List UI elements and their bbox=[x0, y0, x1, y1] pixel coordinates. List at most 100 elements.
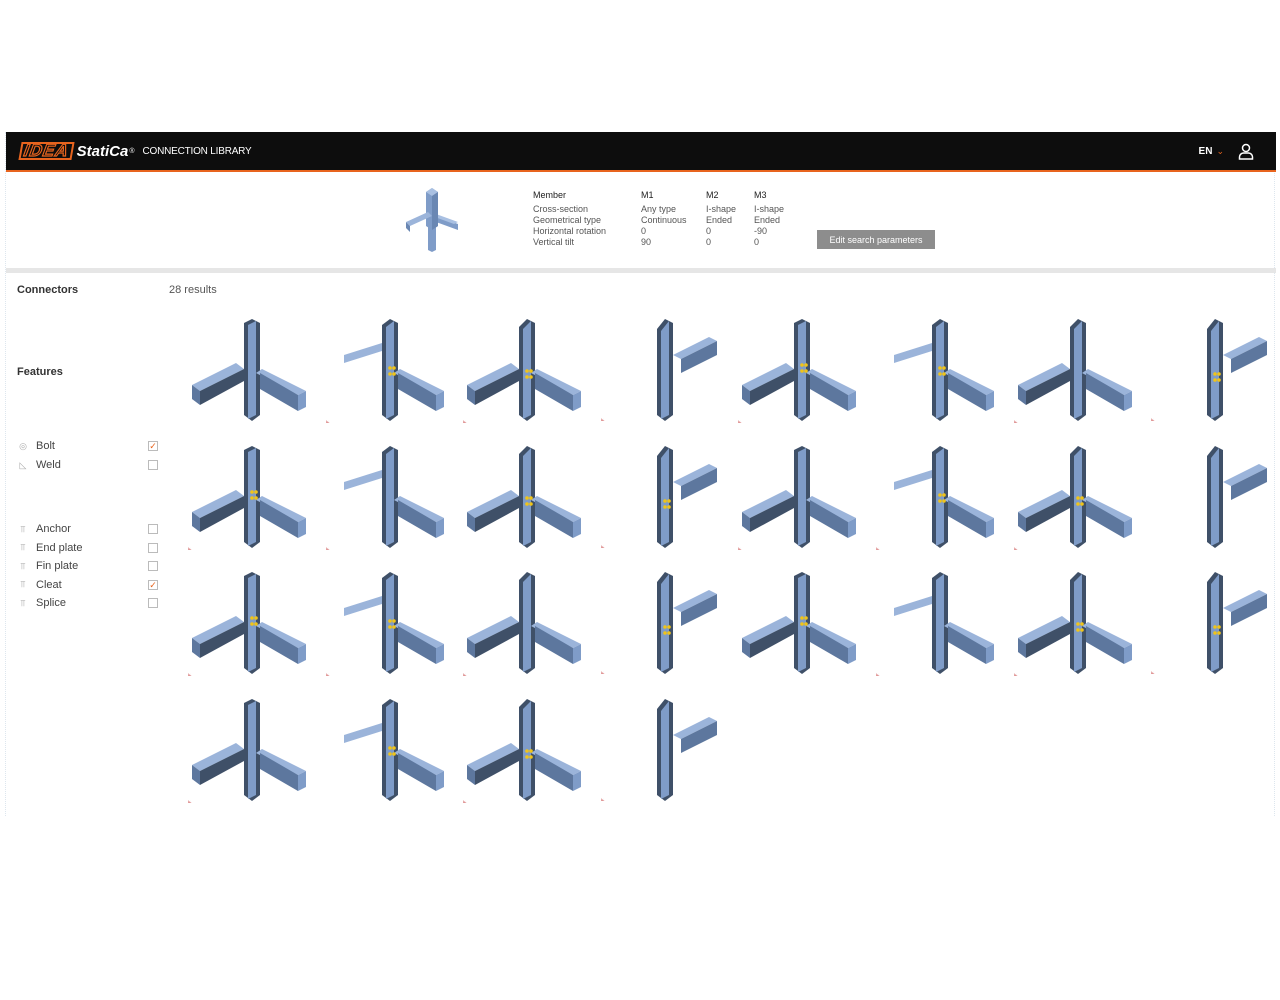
svg-text:⟀: ⟀ bbox=[326, 671, 330, 678]
svg-text:⟀: ⟀ bbox=[463, 798, 467, 805]
parameter-cell: 0 bbox=[706, 237, 712, 247]
connection-result-15[interactable]: ⟀ bbox=[1012, 442, 1140, 557]
connection-thumbnail: ⟀ bbox=[188, 572, 306, 678]
connection-result-9[interactable]: ⟀ bbox=[186, 442, 314, 557]
connection-result-2[interactable]: ⟀ bbox=[324, 315, 452, 430]
weld-checkbox[interactable] bbox=[148, 460, 158, 470]
parameter-row: Vertical tilt 90 0 0 bbox=[533, 237, 784, 248]
svg-text:⟀: ⟀ bbox=[326, 545, 330, 552]
connection-result-14[interactable]: ⟀ bbox=[874, 442, 1002, 557]
language-selector[interactable]: EN ⌄ bbox=[1199, 146, 1224, 157]
connection-result-21[interactable] bbox=[736, 568, 864, 683]
anchor-checkbox[interactable] bbox=[148, 524, 158, 534]
connection-result-6[interactable] bbox=[874, 315, 1002, 430]
parameter-row: Horizontal rotation 0 0 -90 bbox=[533, 226, 784, 237]
filter-label: Weld bbox=[36, 459, 61, 471]
parameter-cell: I-shape bbox=[754, 204, 785, 214]
connection-result-19[interactable]: ⟀ bbox=[461, 568, 589, 683]
svg-text:⟀: ⟀ bbox=[463, 418, 467, 425]
parameter-cell: Horizontal rotation bbox=[533, 226, 607, 236]
search-parameters-table: Member M1 M2 M3 Cross-section Any type I-s… bbox=[533, 190, 784, 248]
fin-plate-checkbox[interactable] bbox=[148, 561, 158, 571]
header-m3: M3 bbox=[754, 190, 767, 200]
connection-thumbnail: ⟀ bbox=[601, 319, 717, 423]
connection-result-27[interactable]: ⟀ bbox=[461, 695, 589, 810]
app-window: IDEA StatiCa ® CONNECTION LIBRARY EN ⌄ Me… bbox=[5, 132, 1277, 816]
cleat-checkbox[interactable]: ✓ bbox=[148, 579, 158, 590]
filter-weld[interactable]: ◺ Weld bbox=[16, 458, 158, 472]
parameter-cell: Geometrical type bbox=[533, 215, 602, 225]
svg-text:⟀: ⟀ bbox=[463, 671, 467, 678]
svg-text:⟀: ⟀ bbox=[876, 545, 880, 552]
member-icon: ⫪ bbox=[20, 523, 26, 534]
connection-thumbnail: ⟀ bbox=[876, 572, 994, 678]
edit-search-parameters-button[interactable]: Edit search parameters bbox=[817, 230, 935, 249]
connection-result-12[interactable]: ⟀ bbox=[599, 442, 727, 557]
filter-fin-plate[interactable]: ⫪ Fin plate bbox=[16, 559, 158, 573]
filter-anchor[interactable]: ⫪ Anchor bbox=[16, 522, 158, 536]
connection-thumbnail: ⟀ bbox=[326, 572, 444, 678]
connection-thumbnail bbox=[467, 445, 582, 548]
parameter-cell: Vertical tilt bbox=[533, 237, 575, 247]
connection-thumbnail: ⟀ bbox=[601, 445, 717, 550]
parameter-row: Geometrical type Continuous Ended Ended bbox=[533, 215, 784, 226]
parameter-cell: Ended bbox=[706, 215, 733, 225]
filter-cleat[interactable]: ⫪ Cleat ✓ bbox=[16, 578, 158, 592]
end-plate-checkbox[interactable] bbox=[148, 542, 158, 553]
svg-text:⟀: ⟀ bbox=[738, 418, 742, 425]
header-m1: M1 bbox=[641, 190, 654, 200]
connection-result-16[interactable] bbox=[1149, 442, 1277, 557]
connection-thumbnail: ⟀ bbox=[1014, 319, 1132, 425]
connection-result-8[interactable]: ⟀ bbox=[1149, 315, 1277, 430]
top-bar: IDEA StatiCa ® CONNECTION LIBRARY EN ⌄ bbox=[6, 132, 1276, 172]
connection-result-24[interactable]: ⟀ bbox=[1149, 568, 1277, 683]
weld-icon: ◺ bbox=[19, 459, 27, 470]
bolt-checkbox[interactable]: ✓ bbox=[148, 441, 158, 451]
connection-thumbnail: ⟀ bbox=[326, 319, 444, 425]
connection-result-26[interactable] bbox=[324, 695, 452, 810]
connection-result-4[interactable]: ⟀ bbox=[599, 315, 727, 430]
connection-thumbnail: ⟀ bbox=[1151, 319, 1268, 423]
svg-text:⟀: ⟀ bbox=[1014, 671, 1018, 678]
connection-thumbnail: ⟀ bbox=[463, 698, 582, 805]
connection-result-22[interactable]: ⟀ bbox=[874, 568, 1002, 683]
connection-result-13[interactable]: ⟀ bbox=[736, 442, 864, 557]
parameter-cell: Cross-section bbox=[533, 204, 589, 214]
connection-result-5[interactable]: ⟀ bbox=[736, 315, 864, 430]
connection-result-10[interactable]: ⟀ bbox=[324, 442, 452, 557]
filter-label: Splice bbox=[36, 597, 66, 609]
user-icon[interactable] bbox=[1238, 143, 1254, 160]
svg-text:⟀: ⟀ bbox=[601, 669, 605, 676]
filter-label: Bolt bbox=[36, 440, 55, 452]
app-name: CONNECTION LIBRARY bbox=[142, 145, 252, 157]
filter-end-plate[interactable]: ⫪ End plate bbox=[16, 541, 158, 555]
connection-result-23[interactable]: ⟀ bbox=[1012, 568, 1140, 683]
logo-statica: StatiCa bbox=[76, 142, 129, 160]
connection-thumbnail: ⟀ bbox=[188, 445, 306, 552]
logo[interactable]: IDEA StatiCa ® CONNECTION LIBRARY bbox=[18, 140, 252, 161]
connection-thumbnail bbox=[742, 572, 857, 674]
connection-result-17[interactable]: ⟀ bbox=[186, 568, 314, 683]
connection-result-20[interactable]: ⟀ bbox=[599, 568, 727, 683]
connection-result-3[interactable]: ⟀ bbox=[461, 315, 589, 430]
chevron-down-icon: ⌄ bbox=[1216, 146, 1224, 156]
filter-label: Fin plate bbox=[36, 560, 79, 572]
connection-result-25[interactable]: ⟀ bbox=[186, 695, 314, 810]
svg-text:⟀: ⟀ bbox=[601, 543, 605, 550]
connection-thumbnail bbox=[192, 319, 306, 421]
splice-checkbox[interactable] bbox=[148, 598, 158, 608]
filter-bolt[interactable]: ◎ Bolt ✓ bbox=[16, 439, 158, 453]
parameter-cell: 0 bbox=[706, 226, 712, 236]
connection-thumbnail: ⟀ bbox=[1014, 445, 1132, 552]
filter-label: End plate bbox=[36, 541, 83, 554]
connection-result-7[interactable]: ⟀ bbox=[1012, 315, 1140, 430]
connection-result-11[interactable] bbox=[461, 442, 589, 557]
connection-result-28[interactable]: ⟀ bbox=[599, 695, 727, 810]
connection-result-18[interactable]: ⟀ bbox=[324, 568, 452, 683]
member-icon: ⫪ bbox=[20, 597, 26, 608]
filter-label: Anchor bbox=[36, 523, 71, 535]
connection-result-1[interactable] bbox=[186, 315, 314, 430]
connection-thumbnail bbox=[894, 319, 994, 421]
svg-text:⟀: ⟀ bbox=[188, 545, 192, 552]
filter-splice[interactable]: ⫪ Splice bbox=[16, 596, 158, 610]
